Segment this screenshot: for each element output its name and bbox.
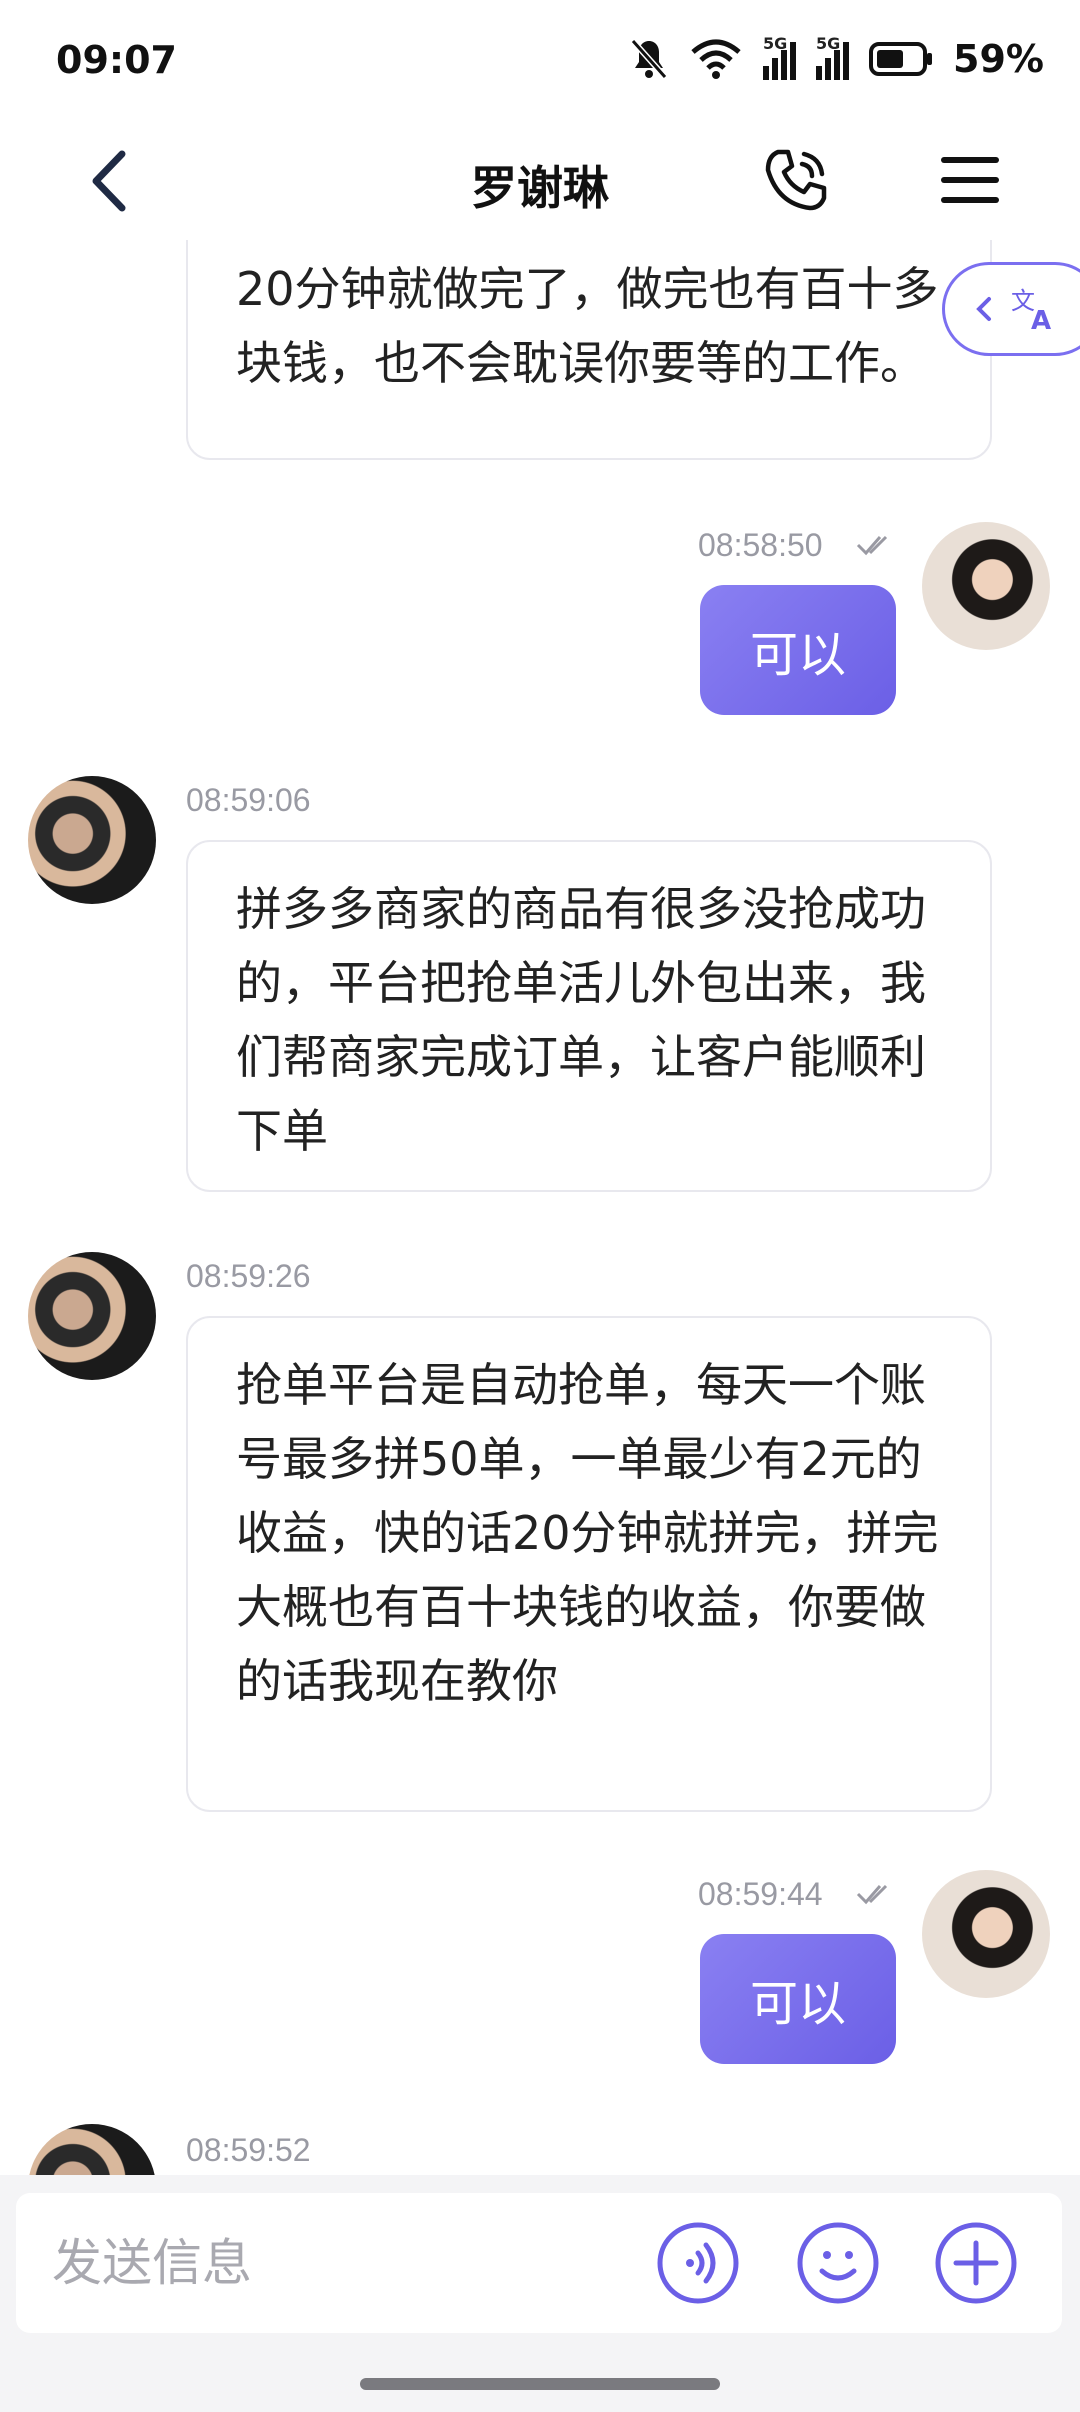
network-type-label: 5G bbox=[816, 34, 841, 53]
avatar-self[interactable] bbox=[922, 1870, 1050, 1998]
contact-name: 罗谢琳 bbox=[471, 161, 609, 215]
plus-icon[interactable] bbox=[934, 2221, 1018, 2305]
svg-text:A: A bbox=[1031, 306, 1051, 333]
network-type-label: 5G bbox=[763, 34, 788, 53]
translate-icon: 文 A bbox=[1011, 287, 1051, 333]
message-bubble-incoming[interactable]: 20分钟就做完了，做完也有百十多块钱，也不会耽误你要等的工作。 bbox=[186, 240, 992, 460]
avatar-self[interactable] bbox=[922, 522, 1050, 650]
avatar-contact[interactable] bbox=[28, 2124, 156, 2175]
translate-button[interactable]: 文 A bbox=[942, 262, 1080, 356]
status-bar: 09:07 5G 5G 59% bbox=[0, 0, 1080, 120]
message-text: 拼多多商家的商品有很多没抢成功的，平台把抢单活儿外包出来，我们帮商家完成订单，让… bbox=[236, 882, 926, 1158]
double-check-icon bbox=[856, 1884, 888, 1905]
message-bubble-incoming[interactable]: 拼多多商家的商品有很多没抢成功的，平台把抢单活儿外包出来，我们帮商家完成订单，让… bbox=[186, 840, 992, 1192]
signal-5g-icon: 5G bbox=[763, 34, 797, 80]
status-time: 09:07 bbox=[56, 38, 177, 82]
battery-percent: 59% bbox=[953, 37, 1044, 81]
message-text: 20分钟就做完了，做完也有百十多块钱，也不会耽误你要等的工作。 bbox=[236, 262, 939, 390]
chat-header: 罗谢琳 bbox=[0, 120, 1080, 240]
avatar-contact[interactable] bbox=[28, 776, 156, 904]
chat-message-list[interactable]: 20分钟就做完了，做完也有百十多块钱，也不会耽误你要等的工作。 08:58:50… bbox=[0, 240, 1080, 2175]
signal-5g-icon: 5G bbox=[816, 34, 850, 80]
message-bubble-outgoing[interactable]: 可以 bbox=[700, 585, 896, 715]
message-text: 可以 bbox=[749, 1976, 846, 2032]
message-timestamp: 08:59:06 bbox=[186, 782, 311, 818]
status-icons: 5G 5G 59% bbox=[629, 34, 1044, 84]
message-composer bbox=[0, 2175, 1080, 2412]
home-indicator[interactable] bbox=[360, 2378, 720, 2390]
battery-icon bbox=[869, 42, 933, 76]
double-check-icon bbox=[856, 535, 888, 556]
chevron-left-icon bbox=[976, 297, 991, 321]
mute-bell-icon bbox=[630, 39, 668, 79]
avatar-contact[interactable] bbox=[28, 1252, 156, 1380]
wifi-icon bbox=[691, 39, 741, 79]
message-text: 可以 bbox=[749, 627, 846, 683]
composer-box bbox=[16, 2193, 1062, 2333]
emoji-icon[interactable] bbox=[796, 2221, 880, 2305]
message-timestamp: 08:59:52 bbox=[186, 2132, 311, 2168]
message-text: 抢单平台是自动抢单，每天一个账号最多拼50单，一单最少有2元的收益，快的话20分… bbox=[236, 1358, 939, 1708]
message-timestamp: 08:59:26 bbox=[186, 1258, 311, 1294]
phone-icon[interactable] bbox=[760, 144, 832, 216]
message-bubble-incoming[interactable]: 抢单平台是自动抢单，每天一个账号最多拼50单，一单最少有2元的收益，快的话20分… bbox=[186, 1316, 992, 1812]
message-bubble-outgoing[interactable]: 可以 bbox=[700, 1934, 896, 2064]
hamburger-menu-icon[interactable] bbox=[940, 152, 1000, 208]
message-timestamp: 08:59:44 bbox=[698, 1876, 823, 1912]
message-input[interactable] bbox=[52, 2227, 632, 2299]
voice-icon[interactable] bbox=[656, 2221, 740, 2305]
message-timestamp: 08:58:50 bbox=[698, 527, 823, 563]
